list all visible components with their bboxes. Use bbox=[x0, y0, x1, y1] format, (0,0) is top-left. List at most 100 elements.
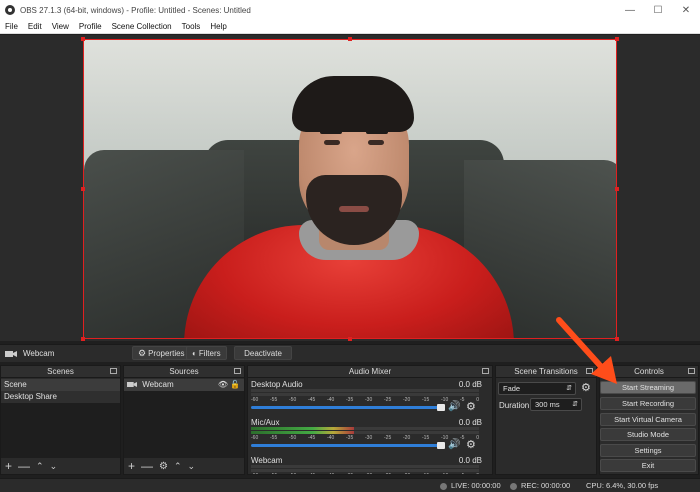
tick-label: -60 bbox=[251, 473, 258, 474]
volume-slider[interactable] bbox=[251, 444, 441, 447]
menu-help[interactable]: Help bbox=[205, 22, 231, 31]
volume-slider-handle[interactable] bbox=[437, 404, 445, 411]
scene-item[interactable]: Desktop Share bbox=[1, 391, 120, 403]
tick-label: -5 bbox=[460, 435, 465, 441]
add-icon[interactable]: + bbox=[5, 459, 12, 473]
undock-icon[interactable] bbox=[234, 368, 241, 374]
tick-label: -5 bbox=[460, 473, 464, 474]
scenes-dock: Scenes Scene Desktop Share + — ⌃ ⌄ bbox=[0, 365, 121, 475]
audio-mixer-dock: Audio Mixer Desktop Audio 0.0 dB -60 -55 -50… bbox=[247, 365, 493, 475]
gear-icon[interactable]: ⚙ bbox=[466, 440, 476, 451]
properties-button[interactable]: ⚙ Properties bbox=[132, 346, 191, 360]
add-icon[interactable]: + bbox=[128, 459, 135, 473]
menu-file[interactable]: File bbox=[0, 22, 23, 31]
undock-icon[interactable] bbox=[110, 368, 117, 374]
scene-item[interactable]: Scene bbox=[1, 379, 120, 391]
remove-icon[interactable]: — bbox=[18, 459, 30, 473]
window-controls: — ☐ ✕ bbox=[616, 0, 700, 20]
menu-bar: File Edit View Profile Scene Collection … bbox=[0, 20, 700, 34]
remove-icon[interactable]: — bbox=[141, 459, 153, 473]
sources-list: Webcam 👁 🔓 bbox=[124, 379, 244, 458]
mixer-channel: Webcam0.0 dB-60-55-50-45-40-35-30-25-20-… bbox=[248, 455, 492, 474]
move-up-icon[interactable]: ⌃ bbox=[36, 461, 44, 472]
left-eye bbox=[324, 140, 340, 145]
resize-handle[interactable] bbox=[615, 37, 619, 41]
resize-handle[interactable] bbox=[615, 337, 619, 341]
exit-button[interactable]: Exit bbox=[600, 459, 696, 472]
resize-handle[interactable] bbox=[348, 37, 352, 41]
menu-tools[interactable]: Tools bbox=[177, 22, 206, 31]
speaker-icon[interactable]: 🔊 bbox=[448, 402, 460, 412]
gear-icon[interactable]: ⚙ bbox=[466, 402, 476, 413]
close-icon[interactable]: ✕ bbox=[672, 0, 700, 20]
sources-toolbar: + — ⚙ ⌃ ⌄ bbox=[124, 458, 244, 474]
selected-source-name: Webcam bbox=[23, 349, 55, 358]
tick-label: -40 bbox=[327, 397, 335, 403]
level-meter bbox=[251, 469, 479, 472]
rec-time: REC: 00:00:00 bbox=[521, 481, 571, 490]
volume-slider-handle[interactable] bbox=[437, 442, 445, 449]
studio-mode-button[interactable]: Studio Mode bbox=[600, 428, 696, 441]
menu-view[interactable]: View bbox=[47, 22, 74, 31]
tick-label: -40 bbox=[327, 473, 334, 474]
gear-icon[interactable]: ⚙ bbox=[581, 383, 591, 394]
menu-scene-collection[interactable]: Scene Collection bbox=[107, 22, 177, 31]
spin-icon[interactable]: ⇵ bbox=[572, 399, 578, 411]
properties-label: Properties bbox=[148, 348, 185, 358]
mixer-channels: Desktop Audio 0.0 dB -60 -55 -50 -45 -40 -35 -30… bbox=[248, 379, 492, 474]
source-item[interactable]: Webcam 👁 🔓 bbox=[124, 379, 244, 391]
speaker-icon[interactable]: 🔊 bbox=[448, 440, 460, 450]
start-recording-button[interactable]: Start Recording bbox=[600, 397, 696, 410]
resize-handle[interactable] bbox=[81, 37, 85, 41]
settings-button[interactable]: Settings bbox=[600, 444, 696, 457]
filters-button[interactable]: ◐ Filters bbox=[186, 346, 227, 360]
duration-value: 300 ms bbox=[535, 400, 560, 409]
start-streaming-button[interactable]: Start Streaming bbox=[600, 381, 696, 394]
tick-label: -35 bbox=[346, 435, 354, 441]
move-down-icon[interactable]: ⌄ bbox=[50, 461, 58, 472]
undock-icon[interactable] bbox=[482, 368, 489, 374]
duration-label: Duration bbox=[499, 401, 530, 410]
filters-icon: ◐ bbox=[192, 348, 197, 358]
duration-input[interactable]: 300 ms ⇵ bbox=[530, 398, 582, 411]
tick-label: -55 bbox=[270, 435, 278, 441]
move-up-icon[interactable]: ⌃ bbox=[174, 461, 182, 472]
transition-select[interactable]: Fade ⇵ bbox=[498, 382, 576, 395]
sources-title: Sources bbox=[124, 366, 244, 378]
tick-label: -45 bbox=[308, 473, 315, 474]
undock-icon[interactable] bbox=[688, 368, 695, 374]
gear-icon[interactable]: ⚙ bbox=[159, 461, 168, 472]
volume-slider[interactable] bbox=[251, 406, 441, 409]
maximize-icon[interactable]: ☐ bbox=[644, 0, 672, 20]
resize-handle[interactable] bbox=[615, 187, 619, 191]
menu-edit[interactable]: Edit bbox=[23, 22, 47, 31]
eye-icon[interactable]: 👁 bbox=[218, 379, 228, 391]
lock-icon[interactable]: 🔓 bbox=[230, 379, 240, 391]
tick-label: -30 bbox=[365, 473, 372, 474]
camera-icon bbox=[127, 382, 137, 388]
move-down-icon[interactable]: ⌄ bbox=[188, 461, 196, 472]
channel-db: 0.0 dB bbox=[458, 456, 482, 465]
tick-label: -50 bbox=[289, 473, 296, 474]
undock-icon[interactable] bbox=[586, 368, 593, 374]
menu-profile[interactable]: Profile bbox=[74, 22, 107, 31]
preview-area[interactable] bbox=[0, 35, 700, 341]
minimize-icon[interactable]: — bbox=[616, 0, 644, 20]
resize-handle[interactable] bbox=[348, 337, 352, 341]
cpu-status: CPU: 6.4%, 30.00 fps bbox=[586, 481, 659, 490]
tick-label: 0 bbox=[476, 473, 479, 474]
scenes-title: Scenes bbox=[1, 366, 120, 378]
start-virtual-camera-button[interactable]: Start Virtual Camera bbox=[600, 413, 696, 426]
tick-label: -60 bbox=[251, 397, 259, 403]
webcam-preview[interactable] bbox=[83, 39, 617, 339]
resize-handle[interactable] bbox=[81, 337, 85, 341]
mixer-channel: Desktop Audio 0.0 dB -60 -55 -50 -45 -40 -35 -30… bbox=[248, 379, 492, 417]
tick-label: 0 bbox=[476, 435, 479, 441]
mouth bbox=[339, 206, 369, 212]
live-indicator: LIVE: 00:00:00 bbox=[440, 481, 501, 490]
resize-handle[interactable] bbox=[81, 187, 85, 191]
channel-db: 0.0 dB bbox=[458, 418, 482, 427]
tick-label: -30 bbox=[365, 397, 373, 403]
level-meter bbox=[251, 427, 479, 430]
deactivate-button[interactable]: Deactivate bbox=[234, 346, 292, 360]
